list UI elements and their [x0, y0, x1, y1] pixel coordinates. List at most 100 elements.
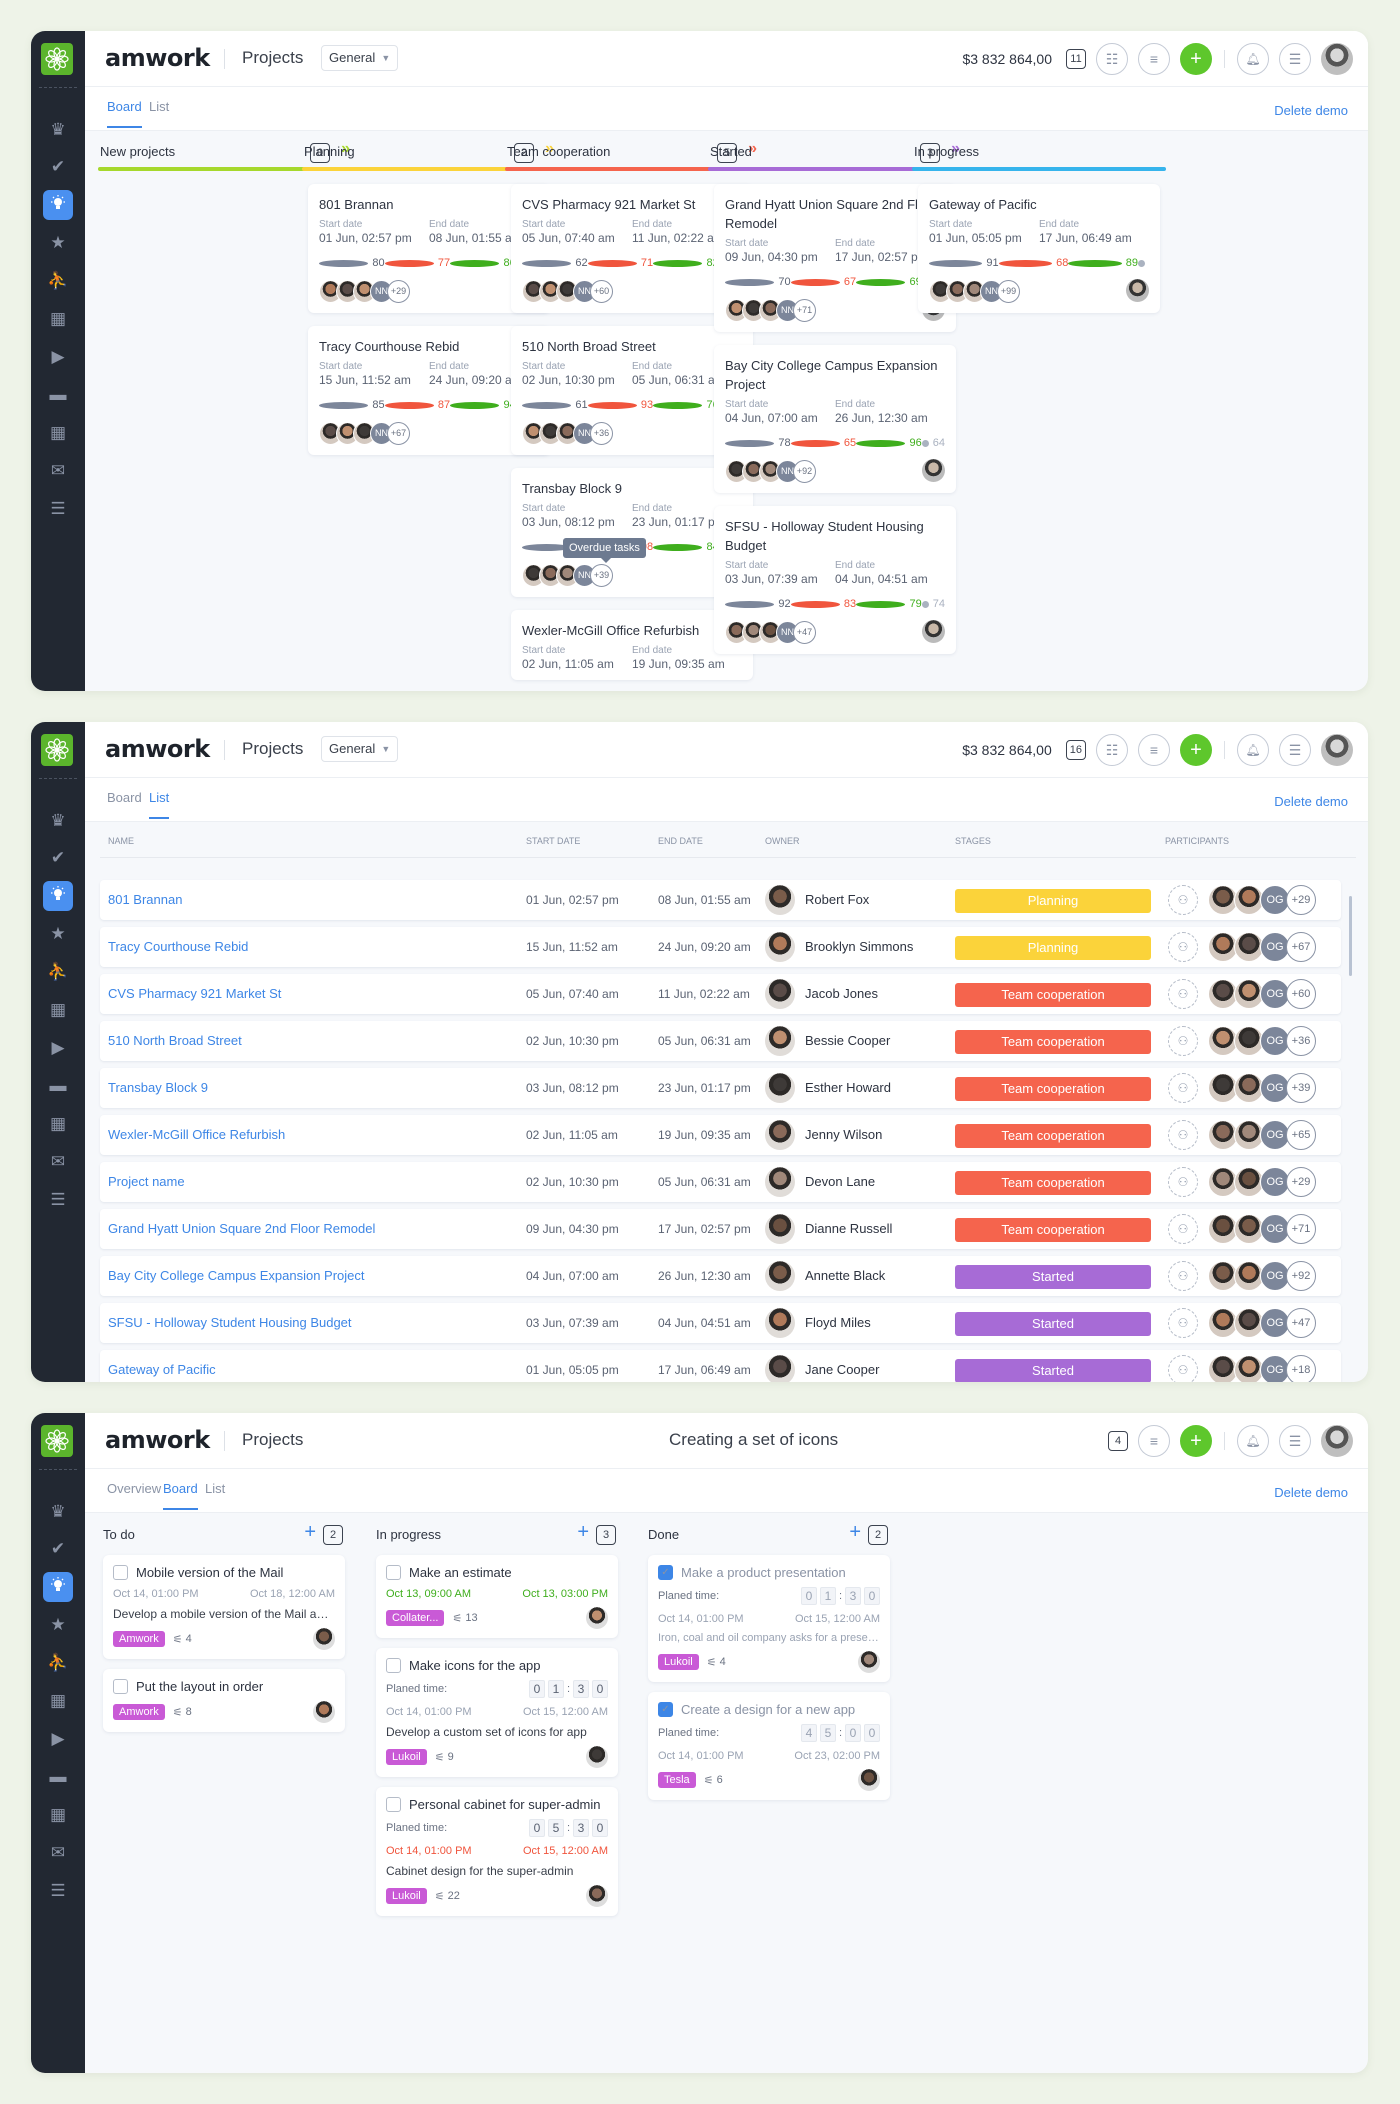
app-logo[interactable]	[41, 734, 73, 766]
project-name-link[interactable]: Gateway of Pacific	[108, 1350, 216, 1382]
stat-overdue-tasks[interactable]: 68	[998, 257, 1068, 269]
owner-avatar[interactable]	[922, 620, 945, 643]
stage-badge[interactable]: Team cooperation	[955, 1124, 1151, 1148]
sidebar-item-mail[interactable]: ✉	[43, 1147, 73, 1177]
task-checkbox[interactable]	[386, 1565, 401, 1580]
assignee-avatar[interactable]	[313, 1628, 335, 1650]
more-participants-badge[interactable]: +67	[1286, 932, 1316, 962]
project-tag[interactable]: Amwork	[113, 1704, 165, 1720]
stat-overdue-tasks[interactable]: 83	[790, 598, 856, 610]
stat-total-tasks[interactable]: 70	[725, 276, 791, 288]
task-checkbox[interactable]	[386, 1797, 401, 1812]
column-header-start[interactable]: START DATE	[526, 836, 580, 846]
tab-board[interactable]: Board	[107, 99, 142, 128]
stage-badge[interactable]: Team cooperation	[955, 1077, 1151, 1101]
add-participant-button[interactable]: ⚇	[1168, 1214, 1198, 1244]
project-name[interactable]: Bay City College Campus Expansion Projec…	[725, 356, 945, 394]
add-participant-button[interactable]: ⚇	[1168, 1026, 1198, 1056]
column-header-participants[interactable]: PARTICIPANTS	[1165, 836, 1229, 846]
tab-overview[interactable]: Overview	[107, 1481, 161, 1508]
table-row[interactable]: Project name 02 Jun, 10:30 pm 05 Jun, 06:3…	[100, 1162, 1341, 1202]
delete-demo-link[interactable]: Delete demo	[1274, 103, 1348, 118]
sidebar-item-video-list[interactable]: ▶	[43, 1033, 73, 1063]
filter-button[interactable]: ≡	[1138, 43, 1170, 75]
messages-button[interactable]: ☰	[1279, 1425, 1311, 1457]
task-title[interactable]: Make a product presentation	[681, 1565, 846, 1580]
project-tag[interactable]: Lukoil	[386, 1749, 427, 1765]
task-title[interactable]: Make an estimate	[409, 1565, 512, 1580]
app-logo[interactable]	[41, 1425, 73, 1457]
project-name-link[interactable]: 510 North Broad Street	[108, 1021, 242, 1061]
stat-done-tasks[interactable]: 89	[1068, 257, 1138, 269]
delete-demo-link[interactable]: Delete demo	[1274, 794, 1348, 809]
sidebar-item-building[interactable]: ▦	[43, 995, 73, 1025]
owner-cell[interactable]: Jacob Jones	[765, 974, 878, 1014]
vertical-scrollbar[interactable]	[1349, 896, 1352, 976]
add-participant-button[interactable]: ⚇	[1168, 1308, 1198, 1338]
stat-total-tasks[interactable]: 62	[522, 257, 588, 269]
stat-total-tasks[interactable]: 85	[319, 399, 385, 411]
more-participants-badge[interactable]: +29	[1286, 1167, 1316, 1197]
app-logo[interactable]	[41, 43, 73, 75]
project-name[interactable]: SFSU - Holloway Student Housing Budget	[725, 517, 945, 555]
more-participants-badge[interactable]: +18	[1286, 1355, 1316, 1382]
stage-badge[interactable]: Team cooperation	[955, 1171, 1151, 1195]
task-card[interactable]: ✓ Create a design for a new app Planed tim…	[648, 1692, 890, 1800]
task-card[interactable]: Make icons for the app Planed time: 0 1:3 0 O…	[376, 1648, 618, 1777]
sidebar-item-lightbulb[interactable]	[43, 190, 73, 220]
more-participants-badge[interactable]: +29	[1286, 885, 1316, 915]
stat-other-tasks[interactable]: 74	[921, 598, 945, 610]
owner-avatar[interactable]	[1126, 279, 1149, 302]
add-participant-button[interactable]: ⚇	[1168, 1073, 1198, 1103]
more-participants-badge[interactable]: +71	[793, 298, 816, 322]
more-participants-badge[interactable]: +99	[997, 279, 1020, 303]
more-participants-badge[interactable]: +39	[1286, 1073, 1316, 1103]
add-button[interactable]: +	[1180, 734, 1212, 766]
sidebar-item-person-desk[interactable]: ⛹	[43, 266, 73, 296]
brand-name[interactable]: amwork	[105, 44, 210, 72]
sidebar-item-mail[interactable]: ✉	[43, 456, 73, 486]
task-title[interactable]: Personal cabinet for super-admin	[409, 1797, 601, 1812]
assignee-avatar[interactable]	[586, 1746, 608, 1768]
task-checkbox[interactable]: ✓	[658, 1702, 673, 1717]
sidebar-item-crown[interactable]: ♛	[43, 115, 73, 145]
tab-board[interactable]: Board	[163, 1481, 198, 1510]
owner-cell[interactable]: Dianne Russell	[765, 1209, 892, 1249]
column-header-name[interactable]: NAME	[108, 836, 134, 846]
owner-cell[interactable]: Bessie Cooper	[765, 1021, 890, 1061]
table-row[interactable]: CVS Pharmacy 921 Market St 05 Jun, 07:40 …	[100, 974, 1341, 1014]
add-participant-button[interactable]: ⚇	[1168, 1167, 1198, 1197]
assignee-avatar[interactable]	[586, 1607, 608, 1629]
more-participants-badge[interactable]: +71	[1286, 1214, 1316, 1244]
tab-list[interactable]: List	[149, 99, 169, 126]
filter-button[interactable]: ≡	[1138, 1425, 1170, 1457]
stat-overdue-tasks[interactable]: 77	[384, 257, 450, 269]
project-name-link[interactable]: CVS Pharmacy 921 Market St	[108, 974, 281, 1014]
project-name-link[interactable]: 801 Brannan	[108, 880, 182, 920]
more-participants-badge[interactable]: +47	[1286, 1308, 1316, 1338]
sidebar-item-sliders[interactable]: ☰	[43, 494, 73, 524]
sidebar-item-building[interactable]: ▦	[43, 304, 73, 334]
notifications-button[interactable]: 🔔︎	[1237, 1425, 1269, 1457]
brand-name[interactable]: amwork	[105, 1426, 210, 1454]
assignee-avatar[interactable]	[586, 1885, 608, 1907]
table-row[interactable]: Bay City College Campus Expansion Projec…	[100, 1256, 1341, 1296]
settings-button[interactable]: ☷	[1096, 43, 1128, 75]
stat-overdue-tasks[interactable]: 93	[587, 399, 653, 411]
project-tag[interactable]: Collater...	[386, 1610, 445, 1626]
add-participant-button[interactable]: ⚇	[1168, 1120, 1198, 1150]
add-participant-button[interactable]: ⚇	[1168, 1261, 1198, 1291]
sidebar-item-sliders[interactable]: ☰	[43, 1185, 73, 1215]
project-name[interactable]: Gateway of Pacific	[929, 195, 1149, 214]
table-row[interactable]: Wexler-McGill Office Refurbish 02 Jun, 11…	[100, 1115, 1341, 1155]
add-participant-button[interactable]: ⚇	[1168, 979, 1198, 1009]
column-header-stages[interactable]: STAGES	[955, 836, 991, 846]
sidebar-item-archive[interactable]: ▬	[43, 1071, 73, 1101]
notifications-button[interactable]: 🔔︎	[1237, 43, 1269, 75]
add-participant-button[interactable]: ⚇	[1168, 932, 1198, 962]
stat-other-tasks[interactable]: 64	[921, 437, 945, 449]
stat-total-tasks[interactable]: 80	[319, 257, 385, 269]
sidebar-item-archive[interactable]: ▬	[43, 380, 73, 410]
table-row[interactable]: Transbay Block 9 03 Jun, 08:12 pm 23 Jun, …	[100, 1068, 1341, 1108]
project-name-link[interactable]: Project name	[108, 1162, 185, 1202]
